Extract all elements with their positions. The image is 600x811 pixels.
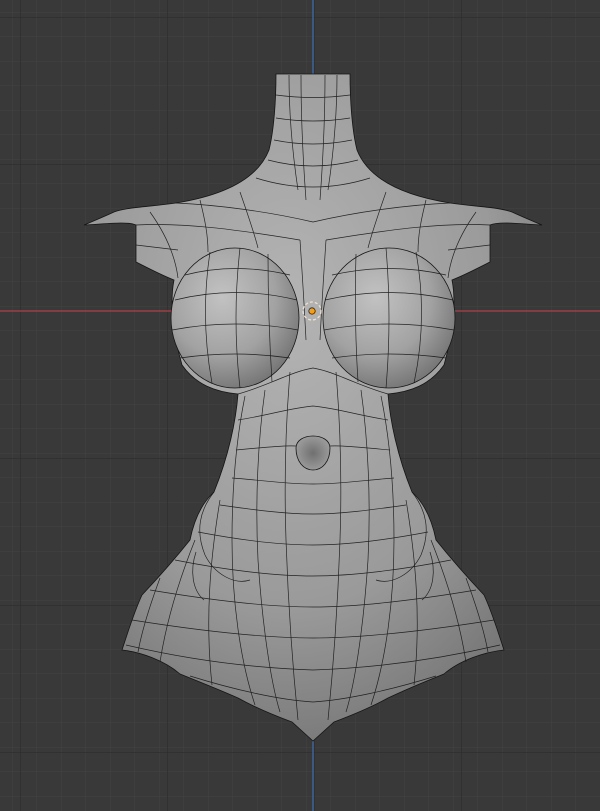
3d-viewport[interactable] bbox=[0, 0, 600, 811]
viewport-canvas[interactable] bbox=[0, 0, 600, 811]
mesh-sphere-left bbox=[170, 247, 300, 389]
